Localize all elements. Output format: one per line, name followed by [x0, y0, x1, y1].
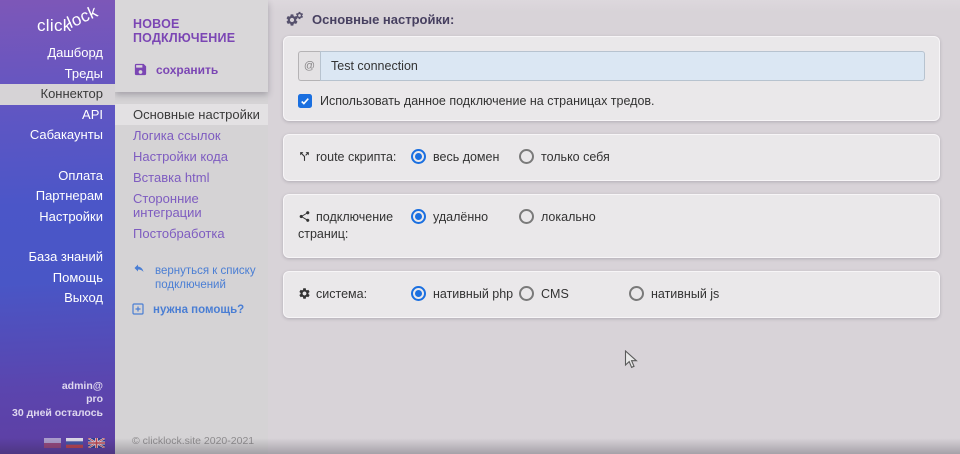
radio-option-remote[interactable]: удалённо: [411, 209, 519, 224]
checkmark-icon: [300, 97, 310, 106]
route-label-text: route скрипта:: [316, 150, 396, 164]
sidebar-item-logout[interactable]: Выход: [0, 288, 115, 309]
system-setting-card: система: нативный php CMS нативный js: [283, 271, 940, 318]
save-button[interactable]: сохранить: [133, 62, 258, 77]
clicklock-logo: clicklock: [0, 0, 115, 40]
system-label-text: система:: [316, 287, 367, 301]
plus-square-icon: [132, 303, 144, 315]
radio-unselected[interactable]: [629, 286, 644, 301]
save-icon: [133, 62, 148, 77]
panel-title: НОВОЕ ПОДКЛЮЧЕНИЕ: [133, 17, 258, 45]
page-title: Основные настройки:: [312, 12, 454, 27]
route-split-icon: [298, 150, 311, 163]
sidebar-item-subaccounts[interactable]: Сабакаунты: [0, 125, 115, 146]
sidebar-item-knowledge-base[interactable]: База знаний: [0, 247, 115, 268]
at-icon: @: [298, 51, 320, 81]
panel-menu-item-postprocessing[interactable]: Постобработка: [115, 223, 268, 244]
account-days-left: 30 дней осталось: [12, 407, 103, 421]
radio-selected[interactable]: [411, 209, 426, 224]
radio-label[interactable]: нативный js: [651, 287, 719, 301]
primary-sidebar: clicklock Дашборд Треды Коннектор API Са…: [0, 0, 115, 454]
copyright-footer: © clicklock.site 2020-2021: [132, 435, 254, 447]
radio-unselected[interactable]: [519, 286, 534, 301]
pages-label-text: подключение страниц:: [298, 210, 393, 241]
radio-unselected[interactable]: [519, 209, 534, 224]
radio-option-whole-domain[interactable]: весь домен: [411, 149, 519, 164]
pages-row-label: подключение страниц:: [298, 209, 411, 243]
sidebar-item-help[interactable]: Помощь: [0, 268, 115, 289]
sidebar-item-partners[interactable]: Партнерам: [0, 186, 115, 207]
panel-menu-item-link-logic[interactable]: Логика ссылок: [115, 125, 268, 146]
radio-selected[interactable]: [411, 149, 426, 164]
save-button-label: сохранить: [156, 63, 218, 77]
radio-label[interactable]: удалённо: [433, 210, 488, 224]
connection-panel: НОВОЕ ПОДКЛЮЧЕНИЕ сохранить Основные нас…: [115, 0, 268, 454]
radio-label[interactable]: только себя: [541, 150, 610, 164]
sidebar-item-connector[interactable]: Коннектор: [0, 84, 115, 105]
panel-menu: Основные настройки Логика ссылок Настрой…: [115, 104, 268, 244]
sidebar-item-api[interactable]: API: [0, 105, 115, 126]
nav-spacer: [0, 227, 115, 247]
use-on-threads-label[interactable]: Использовать данное подключение на стран…: [320, 94, 655, 108]
back-to-connections-link[interactable]: вернуться к списку подключений: [132, 264, 268, 292]
radio-option-cms[interactable]: CMS: [519, 286, 629, 301]
back-arrow-icon: [132, 264, 146, 276]
uk-flag-icon[interactable]: [88, 438, 105, 448]
account-info: admin@ pro 30 дней осталось: [12, 380, 103, 421]
radio-label[interactable]: весь домен: [433, 150, 499, 164]
panel-menu-item-integrations[interactable]: Сторонние интеграции: [115, 188, 268, 223]
sidebar-item-settings[interactable]: Настройки: [0, 207, 115, 228]
app-window: clicklock Дашборд Треды Коннектор API Са…: [0, 0, 960, 454]
radio-label[interactable]: локально: [541, 210, 596, 224]
connection-name-input[interactable]: [320, 51, 925, 81]
radio-label[interactable]: CMS: [541, 287, 569, 301]
panel-menu-item-code-settings[interactable]: Настройки кода: [115, 146, 268, 167]
language-switcher: [44, 438, 105, 448]
radio-option-native-php[interactable]: нативный php: [411, 286, 519, 301]
back-to-connections-label: вернуться к списку подключений: [155, 264, 259, 292]
nav-spacer: [0, 146, 115, 166]
russia-flag-icon[interactable]: [66, 438, 83, 448]
connection-name-input-group: @: [298, 51, 925, 81]
radio-option-native-js[interactable]: нативный js: [629, 286, 719, 301]
account-plan: pro: [12, 393, 103, 407]
primary-nav: Дашборд Треды Коннектор API Сабакаунты О…: [0, 43, 115, 309]
need-help-label: нужна помощь?: [153, 303, 244, 317]
radio-option-local[interactable]: локально: [519, 209, 596, 224]
route-setting-card: route скрипта: весь домен только себя: [283, 134, 940, 181]
system-row-label: система:: [298, 286, 411, 303]
system-gear-icon: [298, 287, 311, 300]
radio-option-only-self[interactable]: только себя: [519, 149, 610, 164]
route-row-label: route скрипта:: [298, 149, 411, 166]
page-header: Основные настройки:: [283, 0, 940, 36]
settings-gears-icon: [285, 11, 303, 27]
connection-name-card: @ Использовать данное подключение на стр…: [283, 36, 940, 121]
poland-flag-icon[interactable]: [44, 438, 61, 448]
logo-part-lock: lock: [64, 2, 101, 33]
use-on-threads-checkbox[interactable]: [298, 94, 312, 108]
radio-unselected[interactable]: [519, 149, 534, 164]
use-on-threads-row: Использовать данное подключение на стран…: [298, 94, 925, 108]
sidebar-item-threads[interactable]: Треды: [0, 64, 115, 85]
radio-label[interactable]: нативный php: [433, 287, 513, 301]
radio-selected[interactable]: [411, 286, 426, 301]
share-icon: [298, 210, 311, 223]
panel-menu-item-general[interactable]: Основные настройки: [115, 104, 268, 125]
main-content: Основные настройки: @ Использовать данно…: [268, 0, 960, 454]
panel-menu-item-html-insert[interactable]: Вставка html: [115, 167, 268, 188]
need-help-link[interactable]: нужна помощь?: [132, 303, 268, 317]
sidebar-item-payment[interactable]: Оплата: [0, 166, 115, 187]
panel-links: вернуться к списку подключений нужна пом…: [115, 264, 268, 317]
sidebar-item-dashboard[interactable]: Дашборд: [0, 43, 115, 64]
panel-header: НОВОЕ ПОДКЛЮЧЕНИЕ сохранить: [115, 0, 268, 92]
pages-connection-card: подключение страниц: удалённо локально: [283, 194, 940, 258]
account-email: admin@: [12, 380, 103, 394]
